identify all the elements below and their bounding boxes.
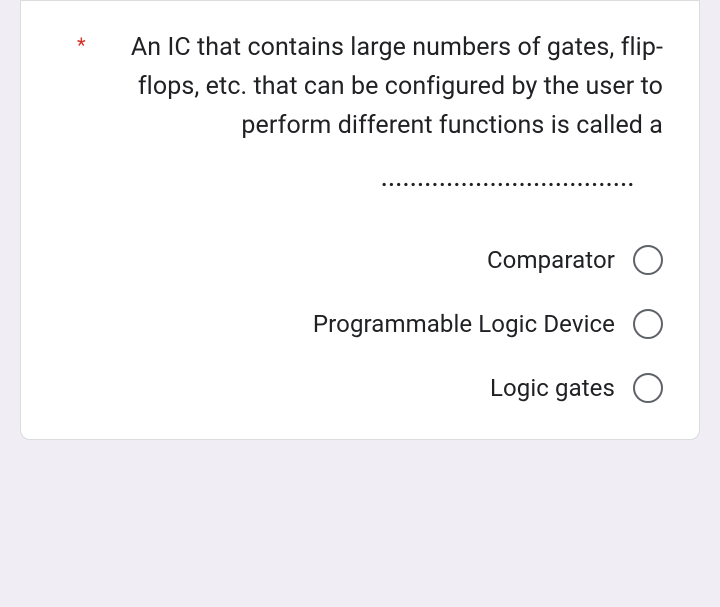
option-comparator[interactable]: Comparator	[57, 245, 663, 275]
option-label: Comparator	[487, 246, 615, 274]
radio-icon[interactable]	[633, 373, 663, 403]
question-text: An IC that contains large numbers of gat…	[131, 33, 663, 140]
question-block: An IC that contains large numbers of gat…	[57, 29, 663, 197]
option-logic-gates[interactable]: Logic gates	[57, 373, 663, 403]
option-label: Logic gates	[490, 374, 615, 402]
radio-icon[interactable]	[633, 309, 663, 339]
fill-blank: ...................................	[77, 163, 663, 197]
radio-icon[interactable]	[633, 245, 663, 275]
options-group: Comparator Programmable Logic Device Log…	[57, 245, 663, 403]
question-card: * An IC that contains large numbers of g…	[20, 0, 700, 440]
option-label: Programmable Logic Device	[313, 310, 615, 338]
required-asterisk: *	[77, 33, 86, 57]
option-programmable-logic-device[interactable]: Programmable Logic Device	[57, 309, 663, 339]
